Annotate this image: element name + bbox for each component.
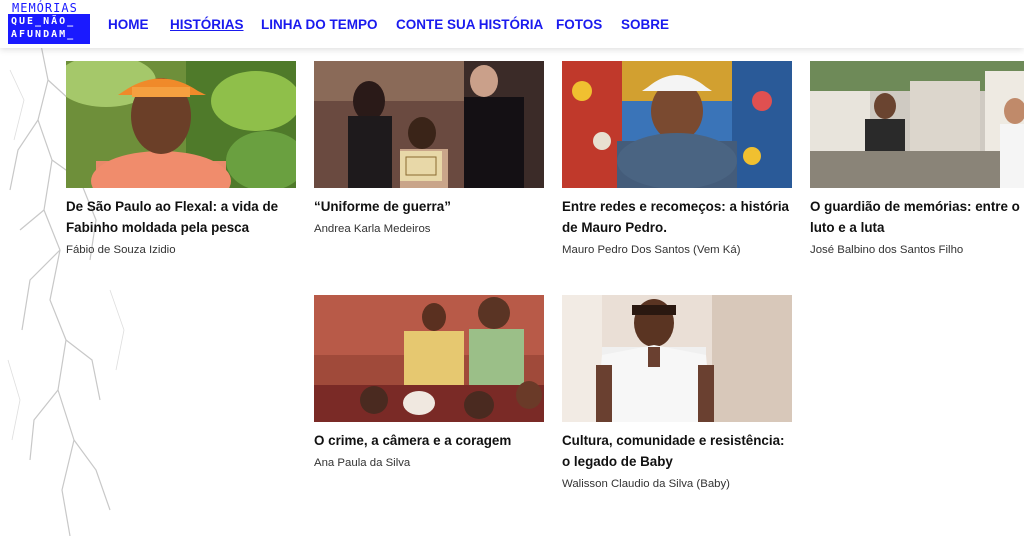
story-title: De São Paulo ao Flexal: a vida de Fabinh… [66,199,279,235]
nav-sobre[interactable]: SOBRE [621,16,669,34]
story-author: Mauro Pedro Dos Santos (Vem Ká) [562,244,741,256]
story-thumbnail [66,61,296,188]
nav-historias[interactable]: HISTÓRIAS [170,16,244,34]
story-author: Walisson Claudio da Silva (Baby) [562,478,730,490]
story-author: Andrea Karla Medeiros [314,223,431,235]
story-card[interactable]: “Uniforme de guerra” Andrea Karla Medeir… [314,61,544,237]
site-logo[interactable]: MEMÓRIAS QUE_NÃO_ AFUNDAM_ [8,2,90,44]
story-card[interactable]: O guardião de memórias: entre o luto e a… [810,61,1024,258]
story-author: Ana Paula da Silva [314,457,411,469]
story-title: O crime, a câmera e a coragem [314,433,512,448]
story-card[interactable]: De São Paulo ao Flexal: a vida de Fabinh… [66,61,296,258]
story-thumbnail [562,61,792,188]
story-thumbnail [314,61,544,188]
story-title: Cultura, comunidade e resistência: o leg… [562,433,785,469]
story-card[interactable]: Cultura, comunidade e resistência: o leg… [562,295,792,492]
story-title: Entre redes e recomeços: a história de M… [562,199,789,235]
story-card[interactable]: O crime, a câmera e a coragem Ana Paula … [314,295,544,471]
nav-conte-sua-historia[interactable]: CONTE SUA HISTÓRIA [396,16,543,34]
nav-fotos[interactable]: FOTOS [556,16,602,34]
logo-box: QUE_NÃO_ AFUNDAM_ [8,14,90,44]
logo-text-line2: AFUNDAM_ [11,29,76,40]
story-card[interactable]: Entre redes e recomeços: a história de M… [562,61,792,258]
logo-text-line1: QUE_NÃO_ [11,16,76,27]
nav-home[interactable]: HOME [108,16,149,34]
logo-text-top: MEMÓRIAS [12,1,78,15]
story-author: Fábio de Souza Izidio [66,244,176,256]
story-title: “Uniforme de guerra” [314,199,451,214]
story-thumbnail [314,295,544,422]
story-author: José Balbino dos Santos Filho [810,244,964,256]
site-header: MEMÓRIAS QUE_NÃO_ AFUNDAM_ HOME HISTÓRIA… [0,0,1024,48]
story-title: O guardião de memórias: entre o luto e a… [810,199,1020,235]
nav-linha-do-tempo[interactable]: LINHA DO TEMPO [261,16,378,34]
story-thumbnail [810,61,1024,188]
story-thumbnail [562,295,792,422]
